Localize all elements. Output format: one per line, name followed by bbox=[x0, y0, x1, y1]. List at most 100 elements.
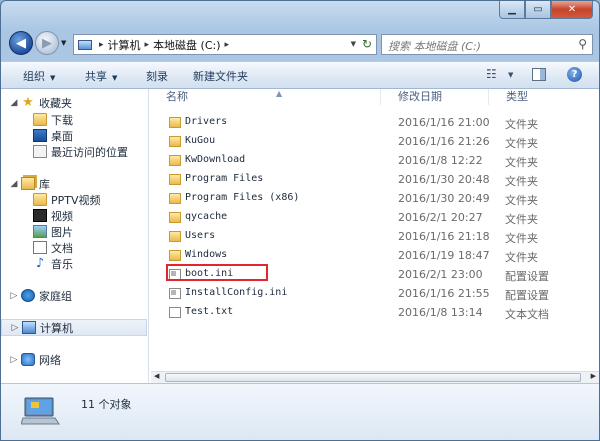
nav-videos[interactable]: 视频 bbox=[33, 207, 73, 224]
library-icon bbox=[21, 177, 35, 190]
close-button[interactable]: ✕ bbox=[551, 1, 593, 19]
nav-libraries[interactable]: ◢ 库 bbox=[1, 175, 50, 192]
file-name: qycache bbox=[185, 211, 228, 222]
nav-label: 桌面 bbox=[51, 129, 73, 143]
share-label: 共享 bbox=[85, 70, 107, 83]
file-type: 文件夹 bbox=[505, 194, 538, 207]
chevron-right-icon[interactable]: ▸ bbox=[145, 40, 150, 50]
back-button[interactable]: ◀ bbox=[9, 31, 33, 55]
column-header-type[interactable]: 类型 bbox=[489, 89, 599, 105]
folder-icon bbox=[169, 231, 181, 242]
item-count: 11 个对象 bbox=[81, 398, 132, 411]
chevron-right-icon[interactable]: ▸ bbox=[225, 40, 230, 50]
preview-pane-icon[interactable] bbox=[532, 68, 546, 81]
folder-icon bbox=[169, 174, 181, 185]
breadcrumb-computer[interactable]: 计算机 bbox=[108, 37, 141, 53]
settings-file-icon bbox=[169, 288, 181, 299]
view-dropdown-icon[interactable]: ▼ bbox=[508, 71, 513, 79]
nav-computer[interactable]: ▷ 计算机 bbox=[1, 319, 147, 336]
chevron-down-icon[interactable]: ◢ bbox=[9, 179, 19, 189]
file-date: 2016/2/1 20:27 bbox=[398, 211, 483, 224]
file-name: KwDownload bbox=[185, 154, 246, 165]
help-icon[interactable]: ? bbox=[567, 67, 582, 82]
address-row: ◀ ▶ ▼ ▸ 计算机 ▸ 本地磁盘 (C:) ▸ ▼ ↻ 搜索 本地磁盘 (C… bbox=[1, 29, 599, 59]
nav-label: 收藏夹 bbox=[39, 96, 72, 110]
file-name: InstallConfig.ini bbox=[185, 287, 288, 298]
file-type: 文件夹 bbox=[505, 118, 538, 131]
address-bar[interactable]: ▸ 计算机 ▸ 本地磁盘 (C:) ▸ ▼ ↻ bbox=[73, 34, 377, 55]
address-dropdown-icon[interactable]: ▼ bbox=[351, 40, 356, 48]
column-header-name[interactable]: 名称 ▲ bbox=[149, 89, 381, 105]
table-row[interactable]: KuGou 2016/1/16 21:26 文件夹 bbox=[164, 133, 584, 151]
nav-label: 下载 bbox=[51, 113, 73, 127]
search-input[interactable]: 搜索 本地磁盘 (C:) ⚲ bbox=[381, 34, 593, 55]
share-button[interactable]: 共享 ▼ bbox=[85, 68, 117, 84]
close-icon: ✕ bbox=[567, 4, 577, 15]
table-row[interactable]: KwDownload 2016/1/8 12:22 文件夹 bbox=[164, 152, 584, 170]
nav-homegroup[interactable]: ▷ 家庭组 bbox=[1, 287, 72, 304]
chevron-right-icon[interactable]: ▷ bbox=[9, 355, 19, 365]
view-options-icon[interactable]: ☷ bbox=[486, 67, 497, 81]
nav-documents[interactable]: 文档 bbox=[33, 239, 73, 256]
chevron-down-icon[interactable]: ◢ bbox=[9, 98, 19, 108]
scroll-left-icon[interactable]: ◀ bbox=[154, 372, 159, 380]
text-file-icon bbox=[169, 307, 181, 318]
table-row[interactable]: Users 2016/1/16 21:18 文件夹 bbox=[164, 228, 584, 246]
nav-network[interactable]: ▷ 网络 bbox=[1, 351, 61, 368]
refresh-icon[interactable]: ↻ bbox=[362, 37, 372, 51]
table-row[interactable]: Windows 2016/1/19 18:47 文件夹 bbox=[164, 247, 584, 265]
file-type: 文件夹 bbox=[505, 232, 538, 245]
file-date: 2016/1/16 21:55 bbox=[398, 287, 490, 300]
nav-music[interactable]: ♪ 音乐 bbox=[33, 255, 73, 272]
recent-places-icon bbox=[33, 145, 47, 158]
scroll-right-icon[interactable]: ▶ bbox=[591, 372, 596, 380]
nav-pptv-videos[interactable]: PPTV视频 bbox=[33, 191, 101, 208]
nav-label: 图片 bbox=[51, 225, 73, 239]
chevron-right-icon[interactable]: ▷ bbox=[10, 323, 20, 333]
table-row[interactable]: qycache 2016/2/1 20:27 文件夹 bbox=[164, 209, 584, 227]
search-icon[interactable]: ⚲ bbox=[578, 37, 587, 51]
column-label: 修改日期 bbox=[398, 90, 442, 103]
nav-favorites[interactable]: ◢ ★ 收藏夹 bbox=[1, 94, 72, 111]
chevron-right-icon[interactable]: ▸ bbox=[99, 40, 104, 50]
network-icon bbox=[21, 353, 35, 366]
nav-pictures[interactable]: 图片 bbox=[33, 223, 73, 240]
history-dropdown-icon[interactable]: ▼ bbox=[61, 39, 69, 47]
table-row[interactable]: Program Files 2016/1/30 20:48 文件夹 bbox=[164, 171, 584, 189]
file-name: Program Files bbox=[185, 173, 264, 184]
table-row[interactable]: InstallConfig.ini 2016/1/16 21:55 配置设置 bbox=[164, 285, 584, 303]
new-folder-label: 新建文件夹 bbox=[193, 70, 248, 83]
maximize-button[interactable]: ▭ bbox=[525, 1, 551, 19]
file-type: 配置设置 bbox=[505, 270, 549, 283]
column-header-modified[interactable]: 修改日期 bbox=[381, 89, 489, 105]
table-row[interactable]: Program Files (x86) 2016/1/30 20:49 文件夹 bbox=[164, 190, 584, 208]
nav-recent-places[interactable]: 最近访问的位置 bbox=[33, 143, 128, 160]
table-row[interactable]: Test.txt 2016/1/8 13:14 文本文档 bbox=[164, 304, 584, 322]
breadcrumb-local-disk[interactable]: 本地磁盘 (C:) bbox=[153, 37, 220, 53]
chevron-right-icon[interactable]: ▷ bbox=[9, 291, 19, 301]
folder-icon bbox=[169, 250, 181, 261]
new-folder-button[interactable]: 新建文件夹 bbox=[193, 68, 248, 84]
file-name: Windows bbox=[185, 249, 228, 260]
nav-label: 音乐 bbox=[51, 257, 73, 271]
scrollbar-thumb[interactable] bbox=[165, 373, 581, 382]
horizontal-scrollbar[interactable]: ◀ ▶ bbox=[151, 371, 599, 383]
file-date: 2016/1/8 12:22 bbox=[398, 154, 483, 167]
search-placeholder: 搜索 本地磁盘 (C:) bbox=[388, 40, 481, 53]
burn-button[interactable]: 刻录 bbox=[146, 68, 168, 84]
nav-label: 家庭组 bbox=[39, 289, 72, 303]
file-name: Program Files (x86) bbox=[185, 192, 300, 203]
nav-label: 最近访问的位置 bbox=[51, 145, 128, 159]
folder-icon bbox=[33, 193, 47, 206]
minimize-button[interactable]: ▁ bbox=[499, 1, 525, 19]
folder-icon bbox=[169, 212, 181, 223]
nav-desktop[interactable]: 桌面 bbox=[33, 127, 73, 144]
arrow-right-icon: ▶ bbox=[42, 35, 52, 51]
forward-button[interactable]: ▶ bbox=[35, 31, 59, 55]
maximize-icon: ▭ bbox=[533, 4, 543, 15]
table-row[interactable]: Drivers 2016/1/16 21:00 文件夹 bbox=[164, 114, 584, 132]
nav-downloads[interactable]: 下载 bbox=[33, 111, 73, 128]
nav-label: 网络 bbox=[39, 353, 61, 367]
navigation-pane: ◢ ★ 收藏夹 下载 桌面 最近访问的位置 ◢ 库 PPTV视频 视频 图片 文档 ♪… bbox=[1, 89, 149, 383]
organize-button[interactable]: 组织 ▼ bbox=[23, 68, 55, 84]
